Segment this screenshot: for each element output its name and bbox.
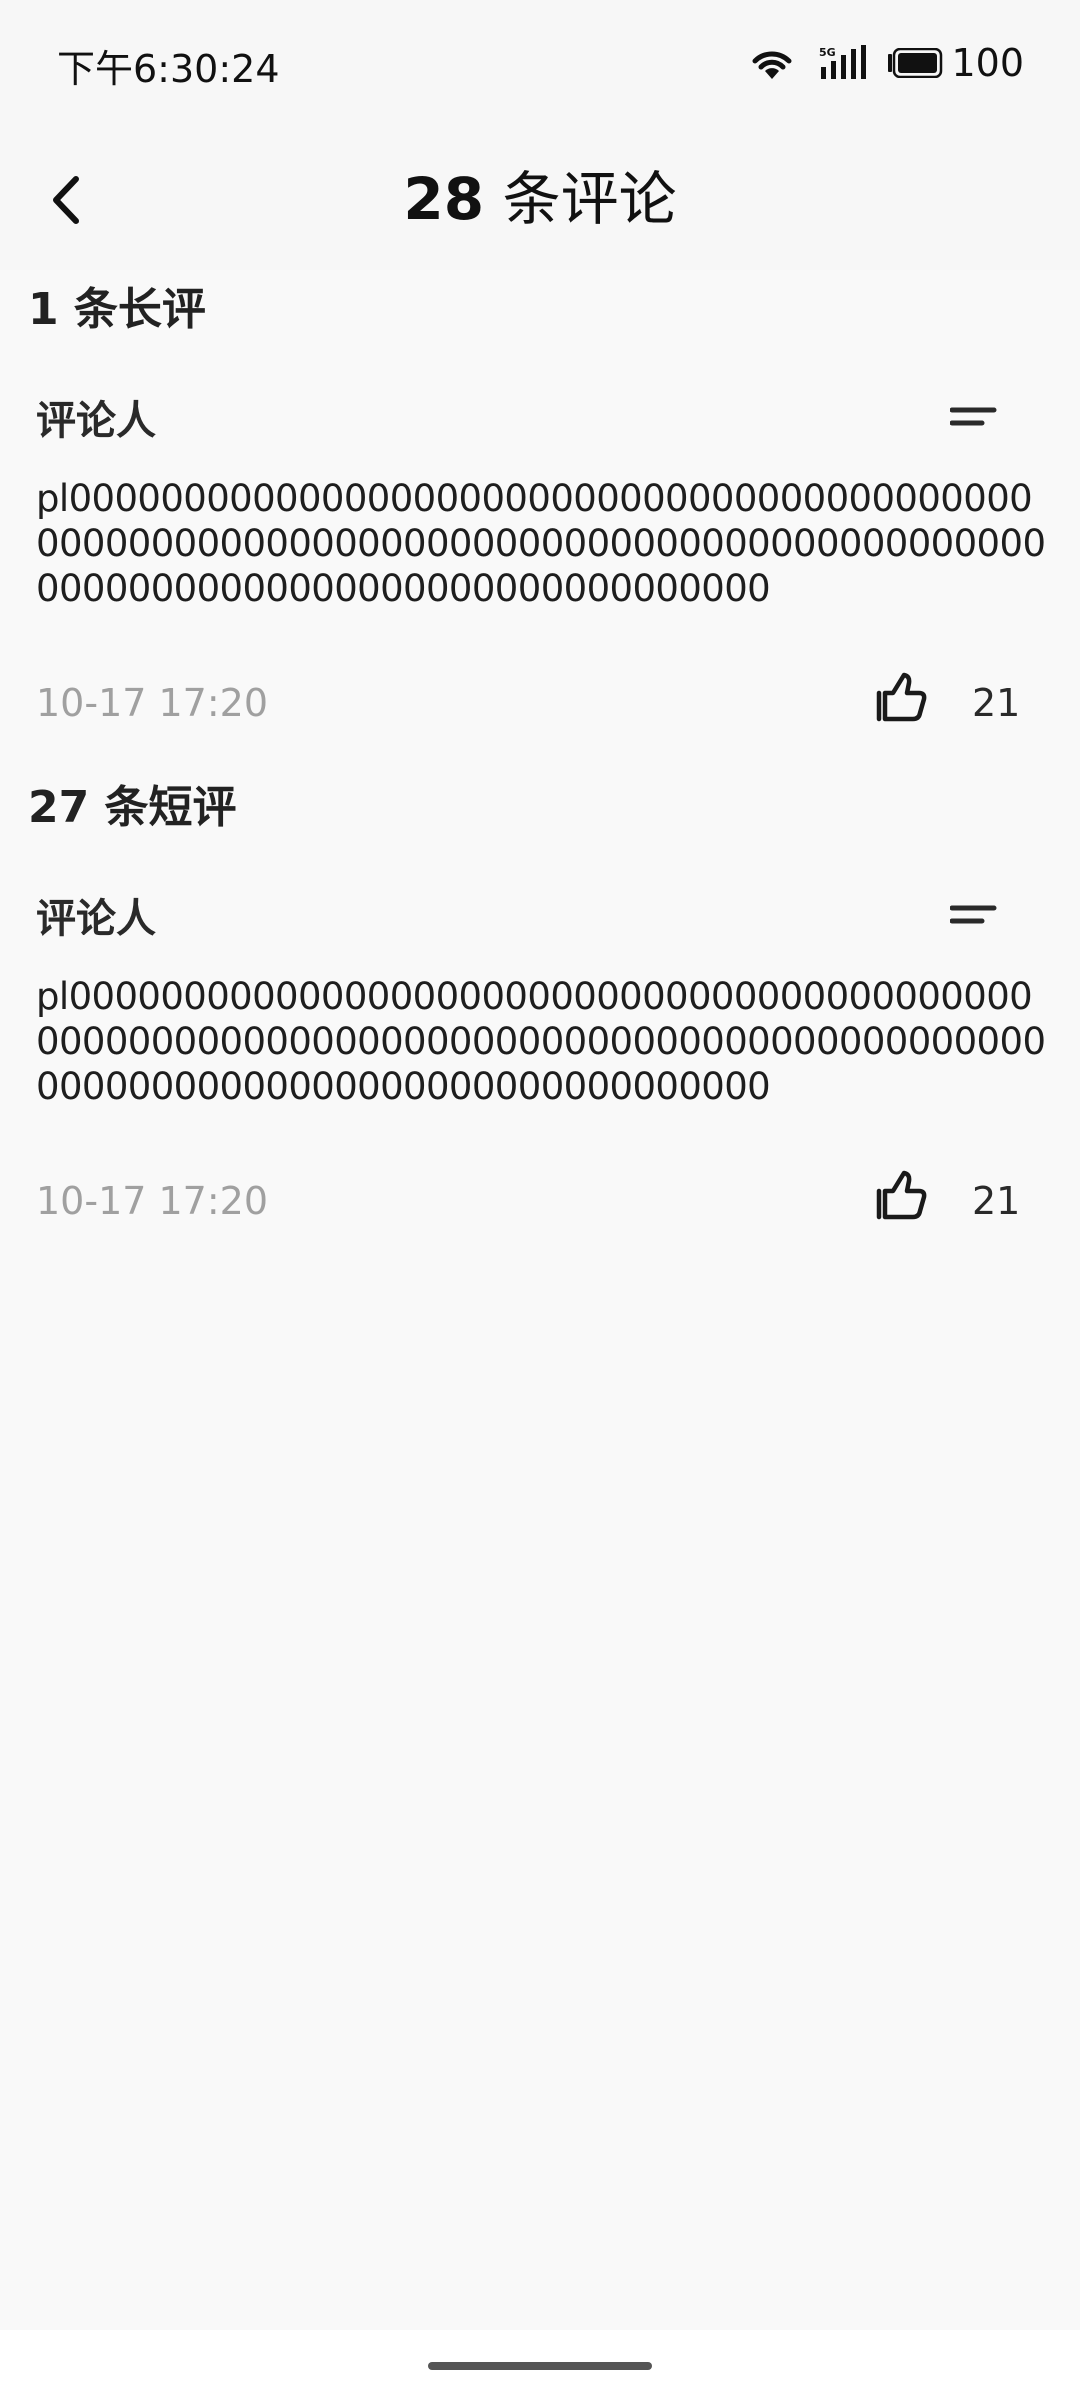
home-indicator[interactable]: [428, 2362, 652, 2370]
comment-time: 10-17 17:20: [36, 1179, 269, 1223]
comment-item: 评论人 pl0000000000000000000000000000000000…: [0, 396, 1080, 736]
commenter-name: 评论人: [36, 896, 156, 942]
like-button[interactable]: [875, 1169, 935, 1229]
comment-total-count: 28: [403, 165, 485, 233]
page-title-suffix: 条评论: [484, 165, 677, 233]
menu-lines-icon: [949, 407, 997, 426]
comment-time: 10-17 17:20: [36, 681, 269, 725]
like-button[interactable]: [875, 671, 935, 731]
comment-more-button[interactable]: [949, 404, 1010, 434]
thumbs-up-icon: [876, 1170, 927, 1220]
comment-text: pl00000000000000000000000000000000000000…: [36, 477, 1046, 610]
battery-level: 100: [951, 41, 1024, 85]
menu-lines-icon: [949, 905, 997, 924]
short-review-header: 27 条短评: [28, 782, 237, 833]
commenter-name: 评论人: [36, 398, 156, 444]
status-icons: 5G 100: [749, 38, 1024, 88]
comment-text: pl00000000000000000000000000000000000000…: [36, 975, 1046, 1108]
battery-icon: [887, 47, 943, 79]
like-count: 21: [972, 1179, 1021, 1223]
wifi-icon: [749, 45, 795, 81]
long-review-header: 1 条长评: [28, 284, 206, 335]
page-title: 28 条评论: [0, 163, 1080, 235]
status-bar: 下午6:30:24 5G 100: [0, 0, 1080, 125]
screen: 下午6:30:24 5G 100 28 条评论 1 条长评 评论人 pl0000…: [0, 0, 1080, 2400]
signal-5g-icon: 5G: [819, 45, 867, 81]
status-time: 下午6:30:24: [57, 47, 280, 91]
comment-more-button[interactable]: [949, 902, 1010, 932]
thumbs-up-icon: [876, 672, 927, 722]
like-count: 21: [972, 681, 1021, 725]
app-bar: 28 条评论: [0, 125, 1080, 270]
comment-item: 评论人 pl0000000000000000000000000000000000…: [0, 894, 1080, 1234]
svg-text:5G: 5G: [819, 46, 836, 59]
